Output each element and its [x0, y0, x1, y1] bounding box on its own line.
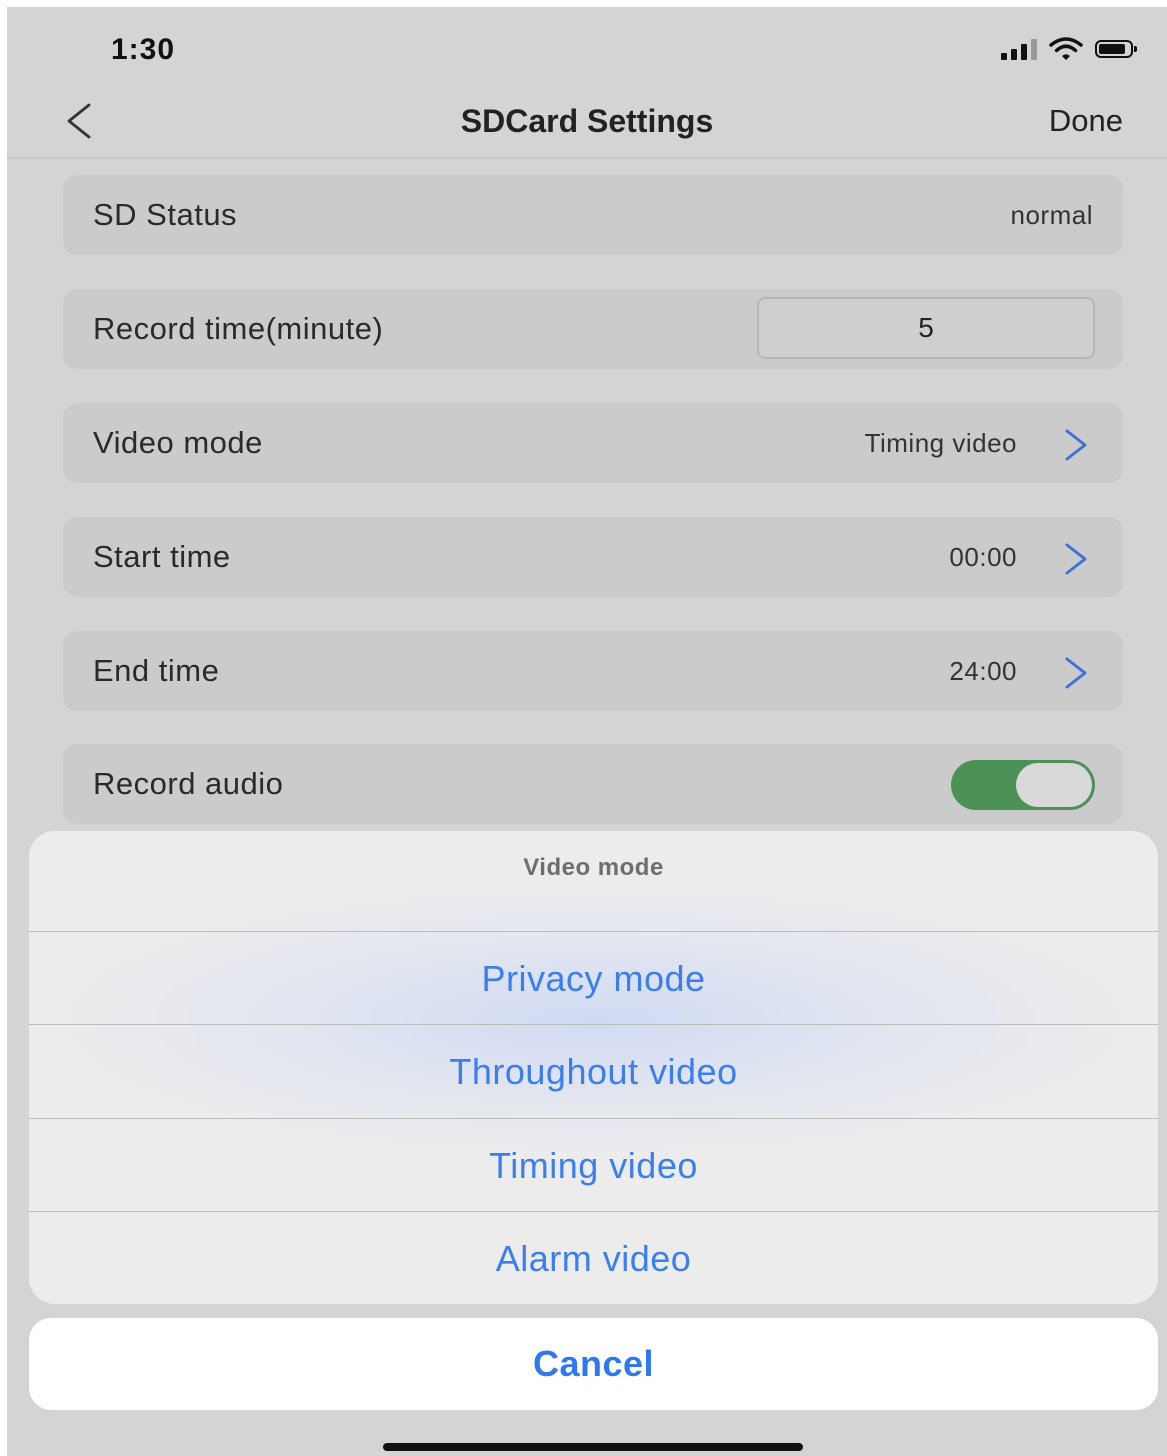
video-mode-action-sheet: Video mode Privacy mode Throughout video… — [29, 831, 1158, 1304]
sd-status-row: SD Status normal — [63, 175, 1123, 255]
start-time-value: 00:00 — [949, 542, 1017, 572]
battery-icon — [1095, 40, 1137, 58]
status-icons — [1001, 37, 1137, 61]
sd-status-value: normal — [1010, 200, 1093, 230]
start-time-row[interactable]: Start time 00:00 — [63, 517, 1123, 597]
action-sheet-title: Video mode — [523, 854, 664, 881]
record-time-label: Record time(minute) — [93, 311, 384, 346]
page-title: SDCard Settings — [460, 103, 714, 139]
status-time: 1:30 — [111, 33, 176, 66]
chevron-right-icon — [1065, 657, 1087, 689]
end-time-label: End time — [93, 653, 220, 688]
record-audio-toggle[interactable] — [951, 760, 1095, 810]
nav-divider — [7, 157, 1167, 159]
cancel-button[interactable]: Cancel — [29, 1318, 1158, 1410]
video-mode-value: Timing video — [864, 428, 1017, 458]
sd-status-label: SD Status — [93, 197, 238, 232]
option-privacy-mode[interactable]: Privacy mode — [29, 931, 1158, 1025]
chevron-right-icon — [1065, 543, 1087, 575]
record-audio-row: Record audio — [63, 744, 1123, 824]
video-mode-row[interactable]: Video mode Timing video — [63, 403, 1123, 483]
home-indicator — [383, 1443, 803, 1451]
end-time-value: 24:00 — [949, 656, 1017, 686]
end-time-row[interactable]: End time 24:00 — [63, 631, 1123, 711]
chevron-right-icon — [1065, 429, 1087, 461]
wifi-icon — [1049, 37, 1083, 60]
record-time-row: Record time(minute) — [63, 289, 1123, 369]
option-alarm-video[interactable]: Alarm video — [29, 1211, 1158, 1304]
option-throughout-video[interactable]: Throughout video — [29, 1024, 1158, 1118]
app-screen: 1:30 SDCard Settings Done SD Status norm… — [7, 7, 1167, 1456]
record-audio-label: Record audio — [93, 766, 284, 801]
option-timing-video[interactable]: Timing video — [29, 1118, 1158, 1212]
toggle-knob — [1016, 763, 1092, 807]
done-button[interactable]: Done — [1049, 103, 1123, 139]
record-time-input[interactable] — [757, 297, 1095, 359]
video-mode-label: Video mode — [93, 425, 263, 460]
start-time-label: Start time — [93, 539, 231, 574]
cellular-signal-icon — [1001, 38, 1037, 60]
